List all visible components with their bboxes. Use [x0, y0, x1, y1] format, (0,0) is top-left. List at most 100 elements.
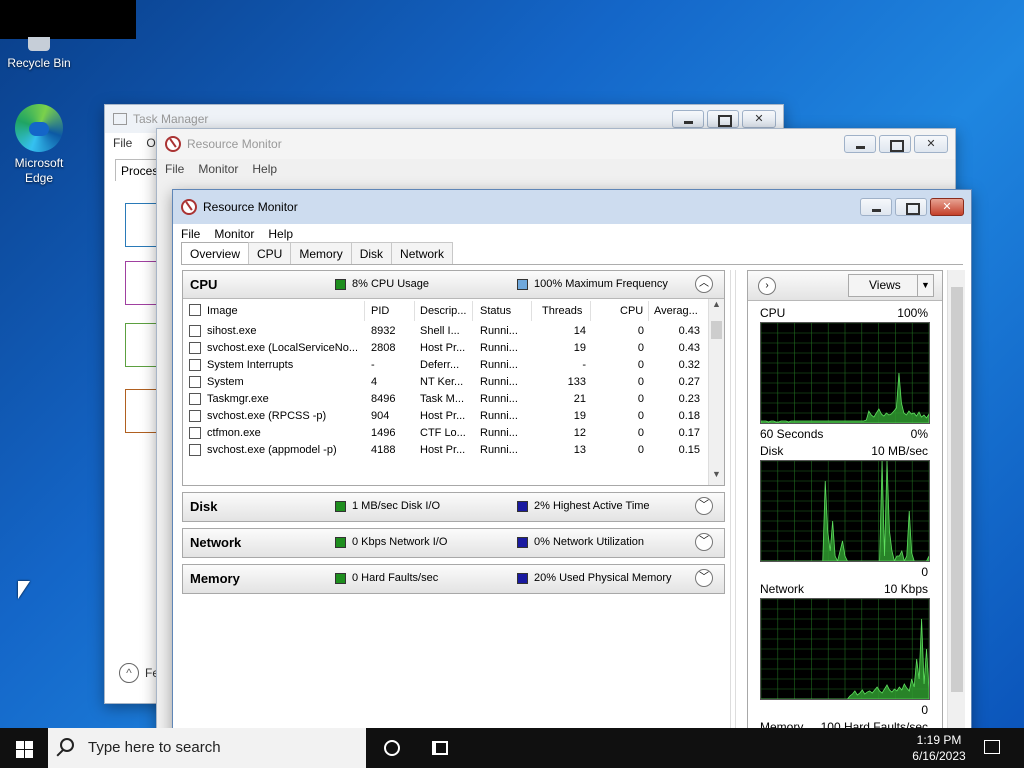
- cpu-section: CPU 8% CPU Usage 100% Maximum Frequency …: [182, 270, 725, 486]
- cell-average-cpu: 0.23: [678, 393, 700, 405]
- maximize-button[interactable]: [879, 135, 911, 153]
- table-row[interactable]: csrss.exe516Runni...1300.14: [183, 459, 708, 461]
- table-row[interactable]: System 4 NT Ker... Runni... 133 0 0.27: [183, 374, 708, 391]
- menu-monitor[interactable]: Monitor: [198, 162, 238, 176]
- table-row[interactable]: svchost.exe (LocalServiceNo... 2808 Host P…: [183, 340, 708, 357]
- row-checkbox[interactable]: [189, 444, 201, 456]
- search-icon: [60, 738, 74, 752]
- menu-help[interactable]: Help: [252, 162, 277, 176]
- disk-graph-max: 10 MB/sec: [871, 444, 928, 458]
- minimize-button[interactable]: [844, 135, 876, 153]
- scroll-down-icon[interactable]: ▼: [709, 469, 724, 485]
- recycle-bin-shortcut[interactable]: Recycle Bin: [0, 37, 78, 71]
- search-placeholder: Type here to search: [88, 739, 221, 756]
- graph-pane-scrollbar[interactable]: [947, 270, 965, 748]
- cell-pid: 4188: [371, 444, 396, 456]
- expand-icon[interactable]: ﹀: [695, 533, 713, 551]
- cpu-section-header[interactable]: CPU 8% CPU Usage 100% Maximum Frequency …: [183, 271, 724, 299]
- row-checkbox[interactable]: [189, 342, 201, 354]
- cell-threads: 12: [573, 427, 586, 439]
- resource-monitor-window[interactable]: Resource Monitor File Monitor Help Overv…: [172, 189, 972, 749]
- close-button[interactable]: [914, 135, 948, 153]
- table-row[interactable]: Taskmgr.exe 8496 Task M... Runni... 21 0 0.23: [183, 391, 708, 408]
- cell-pid: 904: [371, 410, 390, 422]
- col-status[interactable]: Status: [480, 305, 511, 317]
- menu-file[interactable]: File: [113, 136, 132, 150]
- col-average-cpu[interactable]: Averag...: [654, 305, 698, 317]
- tab-memory[interactable]: Memory: [290, 242, 352, 264]
- table-row[interactable]: System Interrupts - Deferr... Runni... - 0 0.3…: [183, 357, 708, 374]
- table-row[interactable]: svchost.exe (appmodel -p) 4188 Host Pr... R…: [183, 442, 708, 459]
- memory-section[interactable]: Memory 0 Hard Faults/sec 20% Used Physic…: [182, 564, 725, 594]
- cell-status: Runni...: [480, 393, 518, 405]
- cell-status: Runni...: [480, 444, 518, 456]
- process-list-scrollbar[interactable]: ▲ ▼: [708, 299, 724, 485]
- tab-disk[interactable]: Disk: [350, 242, 393, 264]
- window-title: Resource Monitor: [187, 137, 282, 151]
- used-memory-swatch: [517, 572, 528, 584]
- expand-icon[interactable]: ﹀: [695, 569, 713, 587]
- tab-cpu[interactable]: CPU: [248, 242, 292, 264]
- row-checkbox[interactable]: [189, 359, 201, 371]
- row-checkbox[interactable]: [189, 427, 201, 439]
- table-row[interactable]: sihost.exe 8932 Shell I... Runni... 14 0 0.43: [183, 323, 708, 340]
- table-row[interactable]: ctfmon.exe 1496 CTF Lo... Runni... 12 0 0.17: [183, 425, 708, 442]
- cell-threads: 19: [573, 342, 586, 354]
- section-name: Memory: [190, 571, 240, 586]
- menu-options[interactable]: O: [146, 136, 155, 150]
- resource-monitor-icon: [165, 136, 181, 152]
- process-list: sihost.exe 8932 Shell I... Runni... 14 0 0.43 s…: [183, 323, 708, 461]
- cortana-icon[interactable]: [384, 740, 400, 756]
- menu-help[interactable]: Help: [268, 227, 293, 241]
- col-pid[interactable]: PID: [371, 305, 389, 317]
- task-view-icon[interactable]: [432, 741, 448, 755]
- menu-file[interactable]: File: [165, 162, 184, 176]
- row-checkbox[interactable]: [189, 410, 201, 422]
- views-button[interactable]: Views ▼: [848, 274, 934, 297]
- maximize-button[interactable]: [707, 110, 739, 128]
- menu-file[interactable]: File: [181, 227, 200, 241]
- cell-average-cpu: 0.27: [678, 376, 700, 388]
- tab-divider: [181, 264, 963, 265]
- tab-overview[interactable]: Overview: [181, 242, 250, 265]
- cell-image: System: [207, 376, 244, 388]
- scroll-up-icon[interactable]: ▲: [709, 299, 724, 315]
- col-image[interactable]: Image: [207, 305, 238, 317]
- table-row[interactable]: svchost.exe (RPCSS -p) 904 Host Pr... Runni…: [183, 408, 708, 425]
- col-threads[interactable]: Threads: [542, 305, 582, 317]
- close-button[interactable]: [930, 198, 964, 216]
- menu-monitor[interactable]: Monitor: [214, 227, 254, 241]
- search-box[interactable]: Type here to search: [48, 728, 366, 768]
- scroll-thumb[interactable]: [711, 321, 722, 339]
- views-dropdown-icon[interactable]: ▼: [917, 275, 933, 296]
- cell-pid: 4: [371, 376, 378, 388]
- scroll-thumb[interactable]: [951, 287, 963, 692]
- cell-pid: 8932: [371, 325, 396, 337]
- minimize-button[interactable]: [672, 110, 704, 128]
- select-all-checkbox[interactable]: [189, 304, 201, 316]
- minimize-button[interactable]: [860, 198, 892, 216]
- tab-network[interactable]: Network: [391, 242, 454, 264]
- maximize-button[interactable]: [895, 198, 927, 216]
- expand-icon[interactable]: ﹀: [695, 497, 713, 515]
- collapse-icon[interactable]: ︿: [695, 275, 713, 293]
- start-button[interactable]: [0, 728, 48, 768]
- active-time-label: 2% Highest Active Time: [534, 500, 650, 512]
- col-description[interactable]: Descrip...: [420, 305, 466, 317]
- clock[interactable]: 1:19 PM 6/16/2023: [896, 732, 982, 764]
- cell-status: Runni...: [480, 376, 518, 388]
- network-section[interactable]: Network 0 Kbps Network I/O 0% Network Ut…: [182, 528, 725, 558]
- notification-icon[interactable]: [984, 740, 1000, 754]
- row-checkbox[interactable]: [189, 325, 201, 337]
- cell-description: Host Pr...: [420, 444, 466, 456]
- fewer-details-icon[interactable]: ^: [119, 663, 139, 683]
- row-checkbox[interactable]: [189, 376, 201, 388]
- close-button[interactable]: [742, 110, 776, 128]
- disk-section[interactable]: Disk 1 MB/sec Disk I/O 2% Highest Active…: [182, 492, 725, 522]
- expand-right-icon[interactable]: ›: [758, 277, 776, 295]
- pane-splitter[interactable]: [730, 270, 736, 748]
- edge-shortcut[interactable]: Microsoft Edge: [0, 104, 78, 186]
- col-cpu[interactable]: CPU: [620, 305, 643, 317]
- cpu-graph-title: CPU: [760, 306, 786, 320]
- row-checkbox[interactable]: [189, 393, 201, 405]
